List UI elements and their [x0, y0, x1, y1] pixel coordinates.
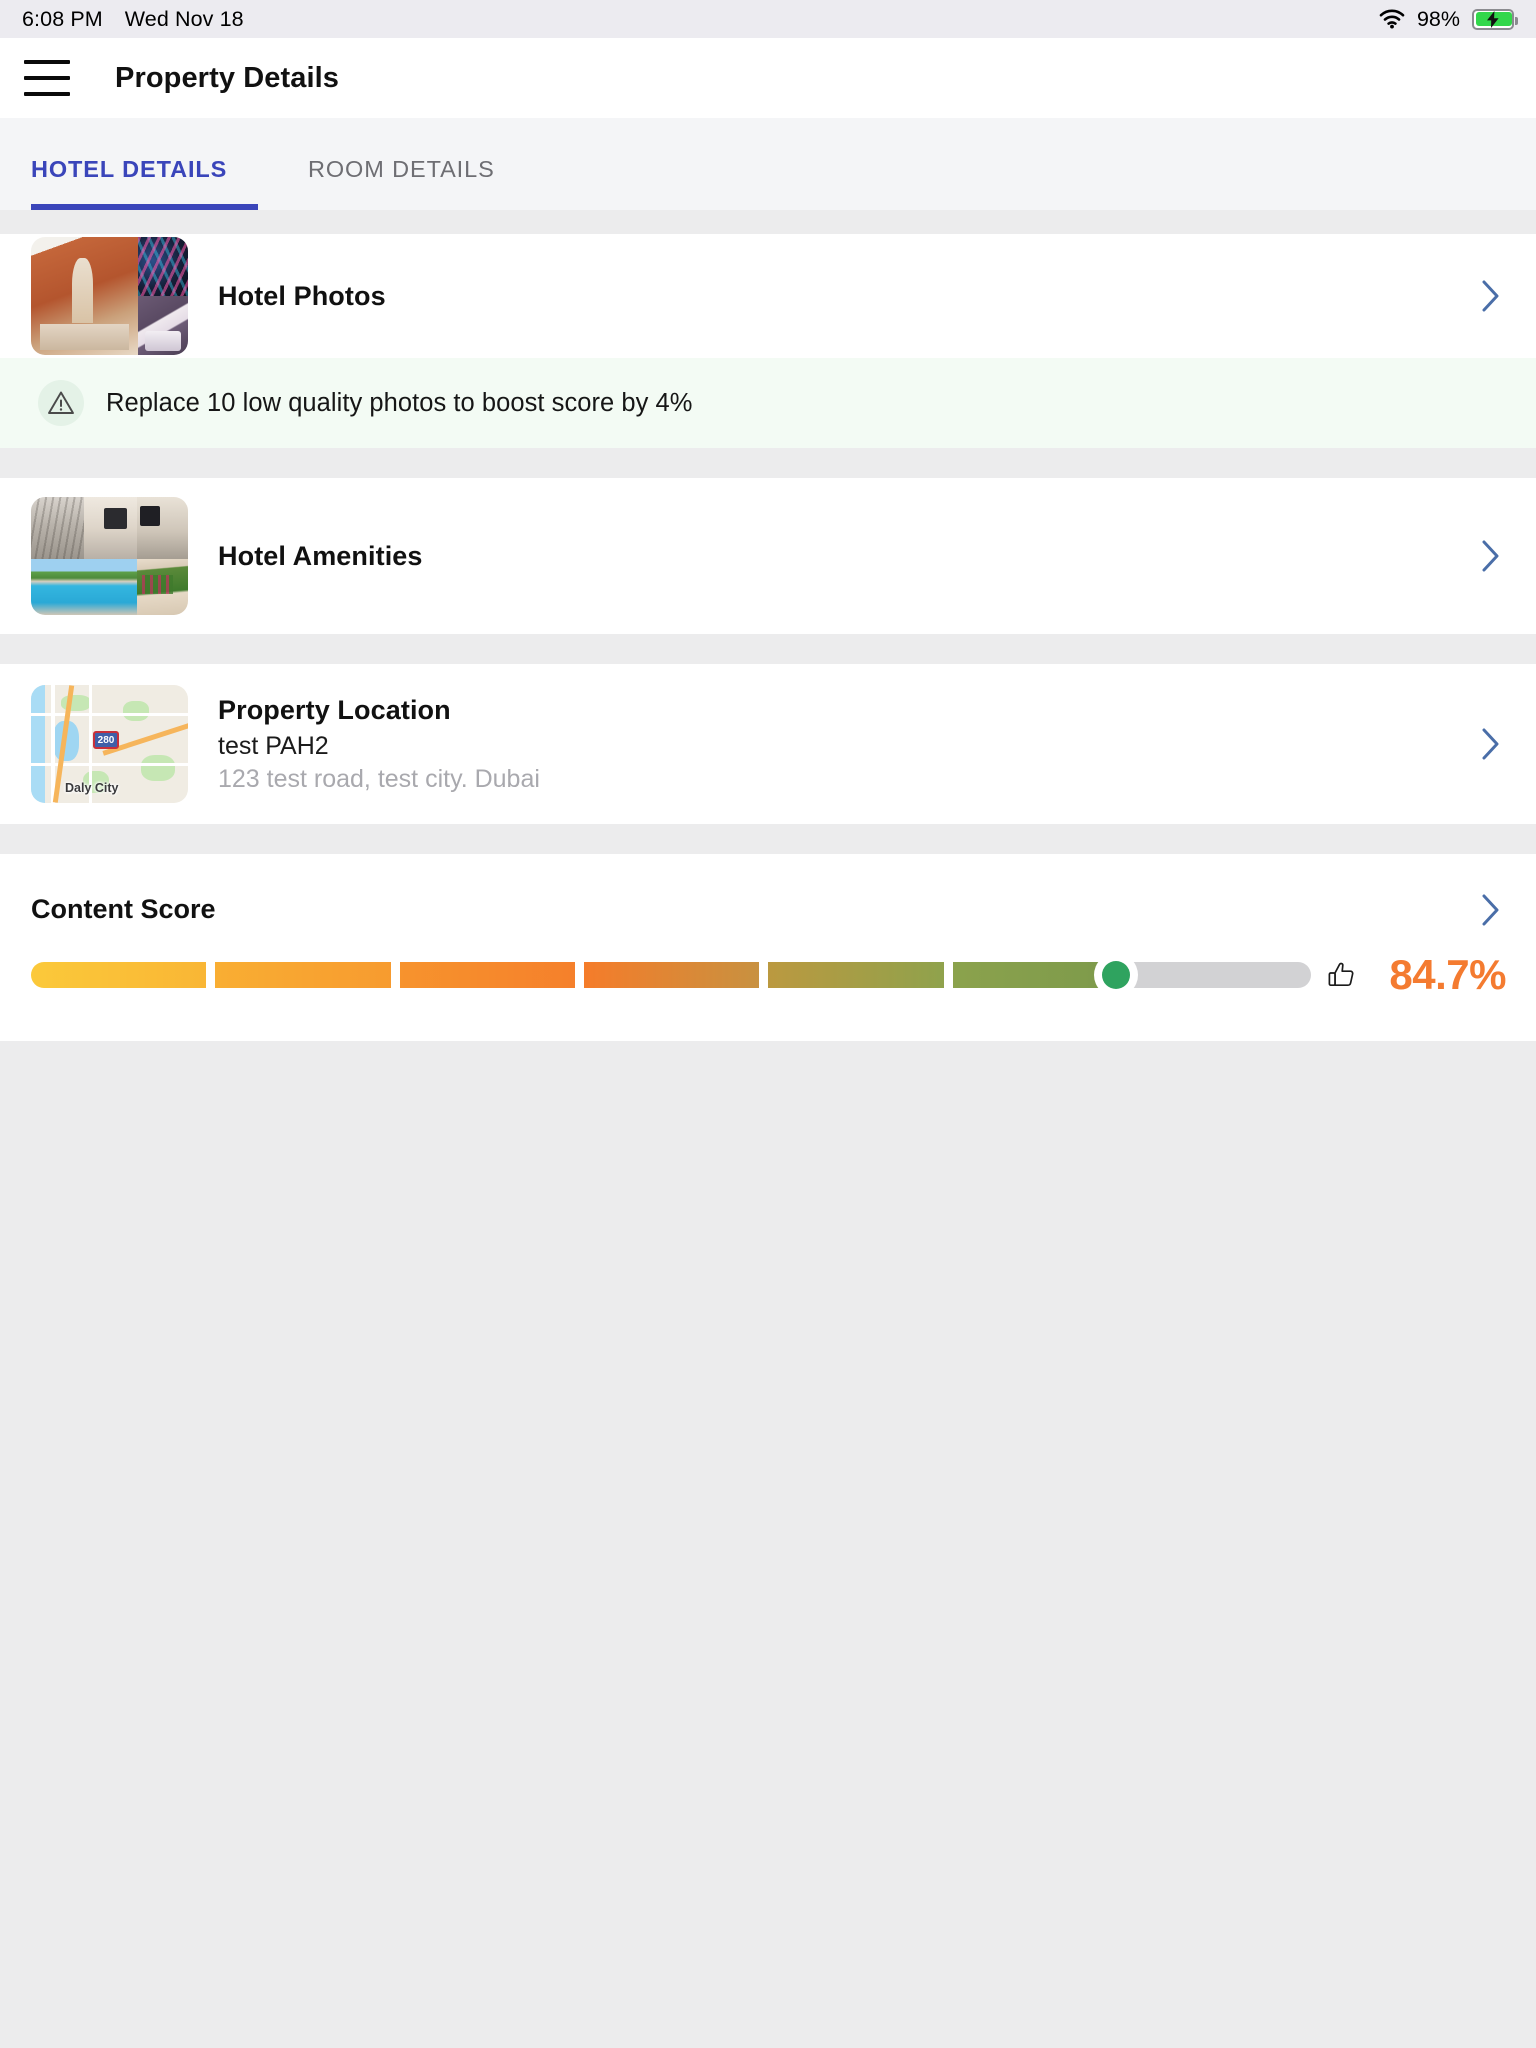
- property-location-map-thumbnail: 280 Daly City: [31, 685, 188, 803]
- map-city-label: Daly City: [65, 781, 119, 795]
- tab-active-indicator: [31, 204, 258, 210]
- photos-tip-banner: Replace 10 low quality photos to boost s…: [0, 358, 1536, 448]
- photos-tip-text: Replace 10 low quality photos to boost s…: [106, 388, 693, 417]
- score-segment: [31, 962, 207, 988]
- hotel-photos-text: Hotel Photos: [218, 281, 1476, 312]
- property-location-title: Property Location: [218, 694, 451, 725]
- tab-bar: HOTEL DETAILS ROOM DETAILS: [0, 118, 1536, 210]
- warning-triangle-icon: [38, 380, 84, 426]
- property-location-text: Property Location test PAH2 123 test roa…: [218, 695, 1476, 794]
- hotel-amenities-text: Hotel Amenities: [218, 541, 1476, 572]
- hotel-photos-title: Hotel Photos: [218, 280, 386, 311]
- page-title: Property Details: [115, 61, 340, 94]
- property-address: 123 test road, test city. Dubai: [218, 764, 540, 793]
- status-date: Wed Nov 18: [124, 6, 244, 31]
- tab-hotel-details[interactable]: HOTEL DETAILS: [31, 118, 258, 183]
- content-score-title: Content Score: [31, 894, 216, 924]
- content-score-header: Content Score: [0, 854, 1536, 925]
- chevron-right-icon[interactable]: [1476, 894, 1506, 925]
- wifi-icon: [1379, 9, 1405, 29]
- section-gap: [0, 210, 1536, 234]
- chevron-right-icon[interactable]: [1476, 280, 1506, 312]
- thumbs-up-icon: [1325, 958, 1359, 992]
- battery-charging-icon: [1472, 8, 1518, 30]
- property-location-card[interactable]: 280 Daly City Property Location test PAH…: [0, 664, 1536, 824]
- hamburger-menu-icon[interactable]: [24, 60, 70, 96]
- score-marker-dot[interactable]: [1093, 953, 1138, 997]
- score-segment: [768, 962, 944, 988]
- score-segment: [1115, 962, 1312, 988]
- property-location-row[interactable]: 280 Daly City Property Location test PAH…: [0, 664, 1536, 824]
- hotel-photos-collage: [31, 237, 188, 355]
- app-screen: 6:08 PM Wed Nov 18 98% Property Details …: [0, 0, 1536, 2048]
- score-segment: [399, 962, 576, 988]
- status-bar-left: 6:08 PM Wed Nov 18: [22, 7, 244, 32]
- property-name: test PAH2: [218, 731, 329, 760]
- section-gap: [0, 824, 1536, 854]
- chevron-right-icon[interactable]: [1476, 540, 1506, 572]
- battery-percent: 98%: [1416, 6, 1460, 31]
- content-score-value: 84.7%: [1389, 951, 1506, 998]
- hotel-amenities-collage: [31, 497, 188, 615]
- chevron-right-icon[interactable]: [1476, 728, 1506, 760]
- hotel-amenities-row[interactable]: Hotel Amenities: [0, 478, 1536, 634]
- hotel-photos-row[interactable]: Hotel Photos: [0, 234, 1536, 358]
- hotel-amenities-card[interactable]: Hotel Amenities: [0, 478, 1536, 634]
- score-segment: [584, 962, 760, 988]
- highway-shield-icon: 280: [93, 731, 119, 749]
- status-bar: 6:08 PM Wed Nov 18 98%: [0, 0, 1536, 38]
- status-bar-right: 98%: [1379, 6, 1518, 32]
- content-score-progress-bar[interactable]: [31, 953, 1312, 997]
- tab-room-details[interactable]: ROOM DETAILS: [308, 118, 517, 183]
- score-segment: [952, 962, 1116, 988]
- score-marker-inner: [1101, 961, 1130, 989]
- hotel-amenities-title: Hotel Amenities: [218, 540, 423, 571]
- status-time: 6:08 PM: [22, 6, 103, 31]
- app-bar: Property Details: [0, 38, 1536, 118]
- section-gap: [0, 634, 1536, 664]
- content-score-bar-row: 84.7%: [0, 925, 1536, 1041]
- content-score-card[interactable]: Content Score 84.7%: [0, 854, 1536, 1041]
- section-gap: [0, 448, 1536, 478]
- hotel-photos-card[interactable]: Hotel Photos Replace 10 low quality phot…: [0, 234, 1536, 448]
- score-segment: [215, 962, 391, 988]
